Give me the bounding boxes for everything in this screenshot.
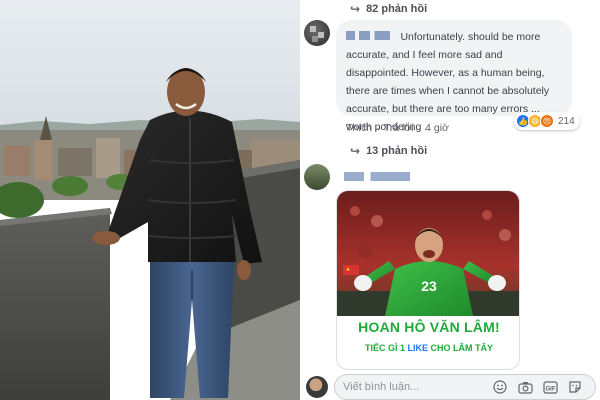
second-commenter-avatar[interactable] [304, 164, 330, 190]
reply-action-link[interactable]: Trả lời [384, 122, 414, 134]
commenter-name-blurred[interactable] [346, 31, 390, 41]
jersey-number: 23 [421, 278, 437, 294]
comment-bubble: Unfortunately. should be more accurate, … [336, 20, 572, 133]
card-title: HOAN HÔ VĂN LÂM! [358, 319, 500, 335]
second-commenter-name-blurred[interactable] [344, 172, 410, 181]
card-subtitle: TIẾC GÌ 1 LIKE CHO LÂM TÂY [337, 343, 519, 353]
camera-icon[interactable] [517, 379, 533, 395]
view-replies-link-second[interactable]: ↪ 13 phản hồi [350, 144, 427, 158]
replies-count-label: 82 phản hồi [366, 3, 428, 15]
angry-reaction-icon: 😠 [540, 114, 554, 128]
replies-count-label: 13 phản hồi [366, 145, 428, 157]
facebook-comments-panel: ↪ 82 phản hồi Unfortunately. should be m… [302, 0, 600, 400]
reaction-summary[interactable]: 👍 😆 😠 214 [514, 112, 580, 130]
reply-arrow-icon: ↪ [350, 2, 361, 16]
emoji-icon[interactable] [492, 379, 508, 395]
svg-text:GIF: GIF [545, 386, 555, 392]
gif-icon[interactable]: GIF [542, 379, 558, 395]
comment-input[interactable] [343, 381, 483, 393]
comment-timestamp[interactable]: 4 giờ [425, 122, 449, 134]
shared-image-card[interactable]: 23 HOAN HÔ VĂN LÂM! TIẾC GÌ 1 LIKE CHO L… [336, 190, 520, 370]
card-subtitle-post: CHO LÂM TÂY [428, 343, 494, 353]
reaction-count: 214 [558, 115, 575, 127]
comment-actions: Thích · Trả lời · 4 giờ [346, 122, 449, 134]
view-replies-link-top[interactable]: ↪ 82 phản hồi [350, 2, 427, 16]
comment-composer: GIF [334, 374, 596, 400]
goalkeeper-celebration-photo: 23 [337, 191, 519, 316]
man-on-rooftop-photo [0, 0, 300, 400]
like-action-link[interactable]: Thích [346, 122, 372, 134]
reply-arrow-icon: ↪ [350, 144, 361, 158]
current-user-avatar[interactable] [306, 376, 328, 398]
card-subtitle-pre: TIẾC GÌ 1 [364, 343, 408, 353]
sticker-icon[interactable] [567, 379, 583, 395]
commenter-avatar[interactable] [304, 20, 330, 46]
card-subtitle-like: LIKE [407, 343, 429, 353]
profile-photo [0, 0, 300, 400]
